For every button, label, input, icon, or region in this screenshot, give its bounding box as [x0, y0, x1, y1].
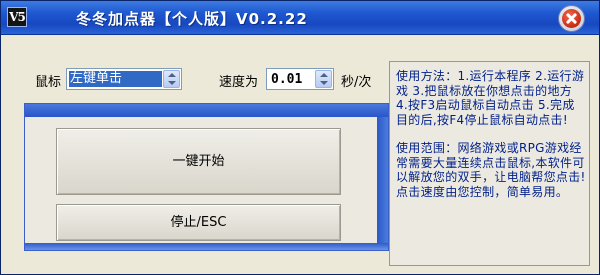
info-text: 使用方法：1.运行本程序 2.运行游戏 3.把鼠标放在你想点击的地方 4.按F3… [396, 69, 586, 199]
panel-side-bar [377, 117, 388, 250]
info-panel: 使用方法：1.运行本程序 2.运行游戏 3.把鼠标放在你想点击的地方 4.按F3… [389, 61, 590, 266]
scope-text: 使用范围：网络游戏或RPG游戏经常需要大量连续点击鼠标,本软件可以解放您的双手，… [396, 141, 586, 199]
speed-stepper[interactable]: 0.01 [266, 68, 334, 90]
app-window: V5 冬冬加点器【个人版】V0.2.22 鼠标 左键单击 速度为 0.01 秒/… [0, 0, 600, 275]
mouse-button-selected: 左键单击 [69, 71, 162, 87]
app-icon: V5 [7, 7, 27, 27]
speed-value[interactable]: 0.01 [271, 72, 302, 87]
panel-header-bar [25, 104, 388, 117]
mouse-label: 鼠标 [35, 75, 62, 90]
start-button[interactable]: 一键开始 [56, 128, 341, 195]
usage-text: 使用方法：1.运行本程序 2.运行游戏 3.把鼠标放在你想点击的地方 4.按F3… [396, 69, 585, 127]
speed-label: 速度为 [219, 75, 259, 90]
unit-label: 秒/次 [341, 75, 372, 90]
mouse-button-dropdown[interactable]: 左键单击 [66, 68, 182, 90]
spin-arrows-icon[interactable] [315, 70, 332, 88]
button-panel: 一键开始 停止/ESC [24, 103, 389, 251]
close-button[interactable] [558, 5, 585, 32]
title-bar[interactable]: V5 冬冬加点器【个人版】V0.2.22 [1, 1, 599, 35]
panel-footer-bar [25, 243, 388, 250]
dropdown-arrows-icon[interactable] [163, 70, 180, 88]
stop-button[interactable]: 停止/ESC [56, 204, 341, 241]
close-icon [562, 9, 581, 28]
window-title: 冬冬加点器【个人版】V0.2.22 [76, 10, 308, 28]
